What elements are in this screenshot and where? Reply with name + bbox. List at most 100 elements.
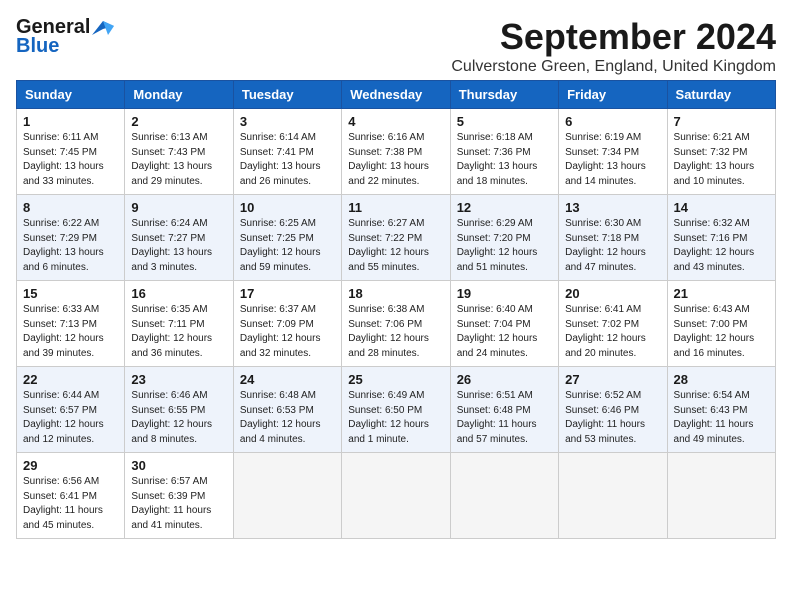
day-info: Sunrise: 6:41 AMSunset: 7:02 PMDaylight:… (565, 303, 660, 361)
col-header-thursday: Thursday (450, 81, 558, 109)
calendar-cell: 7 Sunrise: 6:21 AMSunset: 7:32 PMDaylight… (667, 109, 775, 195)
day-number: 21 (674, 286, 769, 301)
calendar-table: SundayMondayTuesdayWednesdayThursdayFrid… (16, 80, 776, 539)
day-number: 26 (457, 372, 552, 387)
calendar-cell: 16 Sunrise: 6:35 AMSunset: 7:11 PMDayligh… (125, 281, 233, 367)
day-info: Sunrise: 6:29 AMSunset: 7:20 PMDaylight:… (457, 217, 552, 275)
day-info: Sunrise: 6:21 AMSunset: 7:32 PMDaylight:… (674, 131, 769, 189)
calendar-cell: 12 Sunrise: 6:29 AMSunset: 7:20 PMDayligh… (450, 195, 558, 281)
day-number: 18 (348, 286, 443, 301)
day-info: Sunrise: 6:40 AMSunset: 7:04 PMDaylight:… (457, 303, 552, 361)
day-info: Sunrise: 6:35 AMSunset: 7:11 PMDaylight:… (131, 303, 226, 361)
calendar-cell: 23 Sunrise: 6:46 AMSunset: 6:55 PMDayligh… (125, 367, 233, 453)
day-number: 24 (240, 372, 335, 387)
calendar-cell: 30 Sunrise: 6:57 AMSunset: 6:39 PMDayligh… (125, 453, 233, 539)
calendar-cell: 21Sunrise: 6:43 AMSunset: 7:00 PMDayligh… (667, 281, 775, 367)
col-header-saturday: Saturday (667, 81, 775, 109)
day-number: 4 (348, 114, 443, 129)
calendar-cell: 3Sunrise: 6:14 AMSunset: 7:41 PMDaylight… (233, 109, 341, 195)
day-number: 10 (240, 200, 335, 215)
calendar-cell: 27 Sunrise: 6:52 AMSunset: 6:46 PMDayligh… (559, 367, 667, 453)
calendar-cell: 15Sunrise: 6:33 AMSunset: 7:13 PMDayligh… (17, 281, 125, 367)
col-header-tuesday: Tuesday (233, 81, 341, 109)
calendar-cell: 25Sunrise: 6:49 AMSunset: 6:50 PMDayligh… (342, 367, 450, 453)
day-info: Sunrise: 6:46 AMSunset: 6:55 PMDaylight:… (131, 389, 226, 447)
title-area: September 2024 Culverstone Green, Englan… (451, 16, 776, 76)
day-info: Sunrise: 6:14 AMSunset: 7:41 PMDaylight:… (240, 131, 335, 189)
day-number: 2 (131, 114, 226, 129)
calendar-cell: 19 Sunrise: 6:40 AMSunset: 7:04 PMDayligh… (450, 281, 558, 367)
day-info: Sunrise: 6:33 AMSunset: 7:13 PMDaylight:… (23, 303, 118, 361)
calendar-cell: 5 Sunrise: 6:18 AMSunset: 7:36 PMDaylight… (450, 109, 558, 195)
calendar-week-row: 29 Sunrise: 6:56 AMSunset: 6:41 PMDayligh… (17, 453, 776, 539)
day-number: 17 (240, 286, 335, 301)
day-number: 8 (23, 200, 118, 215)
day-number: 19 (457, 286, 552, 301)
calendar-cell: 20Sunrise: 6:41 AMSunset: 7:02 PMDayligh… (559, 281, 667, 367)
day-number: 5 (457, 114, 552, 129)
day-number: 28 (674, 372, 769, 387)
calendar-cell: 17 Sunrise: 6:37 AMSunset: 7:09 PMDayligh… (233, 281, 341, 367)
day-info: Sunrise: 6:19 AMSunset: 7:34 PMDaylight:… (565, 131, 660, 189)
day-info: Sunrise: 6:30 AMSunset: 7:18 PMDaylight:… (565, 217, 660, 275)
logo: General Blue (16, 16, 114, 58)
col-header-sunday: Sunday (17, 81, 125, 109)
calendar-cell: 29 Sunrise: 6:56 AMSunset: 6:41 PMDayligh… (17, 453, 125, 539)
day-info: Sunrise: 6:44 AMSunset: 6:57 PMDaylight:… (23, 389, 118, 447)
day-number: 22 (23, 372, 118, 387)
calendar-cell (450, 453, 558, 539)
calendar-cell: 14 Sunrise: 6:32 AMSunset: 7:16 PMDayligh… (667, 195, 775, 281)
calendar-cell: 4Sunrise: 6:16 AMSunset: 7:38 PMDaylight… (342, 109, 450, 195)
day-info: Sunrise: 6:24 AMSunset: 7:27 PMDaylight:… (131, 217, 226, 275)
calendar-cell: 9 Sunrise: 6:24 AMSunset: 7:27 PMDaylight… (125, 195, 233, 281)
day-number: 13 (565, 200, 660, 215)
calendar-cell: 11 Sunrise: 6:27 AMSunset: 7:22 PMDayligh… (342, 195, 450, 281)
day-info: Sunrise: 6:52 AMSunset: 6:46 PMDaylight:… (565, 389, 660, 447)
calendar-cell: 1 Sunrise: 6:11 AMSunset: 7:45 PMDaylight… (17, 109, 125, 195)
col-header-wednesday: Wednesday (342, 81, 450, 109)
calendar-cell (667, 453, 775, 539)
day-info: Sunrise: 6:13 AMSunset: 7:43 PMDaylight:… (131, 131, 226, 189)
location-title: Culverstone Green, England, United Kingd… (451, 58, 776, 76)
day-number: 12 (457, 200, 552, 215)
day-number: 25 (348, 372, 443, 387)
day-number: 6 (565, 114, 660, 129)
day-info: Sunrise: 6:56 AMSunset: 6:41 PMDaylight:… (23, 475, 118, 533)
day-info: Sunrise: 6:54 AMSunset: 6:43 PMDaylight:… (674, 389, 769, 447)
day-number: 7 (674, 114, 769, 129)
day-number: 30 (131, 458, 226, 473)
day-info: Sunrise: 6:57 AMSunset: 6:39 PMDaylight:… (131, 475, 226, 533)
header: General Blue September 2024 Culverstone … (16, 16, 776, 76)
day-number: 27 (565, 372, 660, 387)
day-number: 1 (23, 114, 118, 129)
day-number: 14 (674, 200, 769, 215)
day-info: Sunrise: 6:51 AMSunset: 6:48 PMDaylight:… (457, 389, 552, 447)
col-header-friday: Friday (559, 81, 667, 109)
calendar-week-row: 1 Sunrise: 6:11 AMSunset: 7:45 PMDaylight… (17, 109, 776, 195)
calendar-cell: 13 Sunrise: 6:30 AMSunset: 7:18 PMDayligh… (559, 195, 667, 281)
calendar-cell: 22 Sunrise: 6:44 AMSunset: 6:57 PMDayligh… (17, 367, 125, 453)
day-info: Sunrise: 6:11 AMSunset: 7:45 PMDaylight:… (23, 131, 118, 189)
col-header-monday: Monday (125, 81, 233, 109)
day-info: Sunrise: 6:32 AMSunset: 7:16 PMDaylight:… (674, 217, 769, 275)
calendar-cell: 26 Sunrise: 6:51 AMSunset: 6:48 PMDayligh… (450, 367, 558, 453)
calendar-cell: 8Sunrise: 6:22 AMSunset: 7:29 PMDaylight… (17, 195, 125, 281)
day-info: Sunrise: 6:37 AMSunset: 7:09 PMDaylight:… (240, 303, 335, 361)
calendar-cell (559, 453, 667, 539)
calendar-header-row: SundayMondayTuesdayWednesdayThursdayFrid… (17, 81, 776, 109)
day-info: Sunrise: 6:27 AMSunset: 7:22 PMDaylight:… (348, 217, 443, 275)
calendar-cell: 2 Sunrise: 6:13 AMSunset: 7:43 PMDaylight… (125, 109, 233, 195)
day-info: Sunrise: 6:38 AMSunset: 7:06 PMDaylight:… (348, 303, 443, 361)
day-number: 23 (131, 372, 226, 387)
calendar-cell: 6 Sunrise: 6:19 AMSunset: 7:34 PMDaylight… (559, 109, 667, 195)
calendar-cell (342, 453, 450, 539)
logo-bird-icon (92, 21, 114, 35)
calendar-week-row: 15Sunrise: 6:33 AMSunset: 7:13 PMDayligh… (17, 281, 776, 367)
day-info: Sunrise: 6:48 AMSunset: 6:53 PMDaylight:… (240, 389, 335, 447)
day-number: 16 (131, 286, 226, 301)
day-number: 9 (131, 200, 226, 215)
day-number: 29 (23, 458, 118, 473)
day-number: 11 (348, 200, 443, 215)
month-title: September 2024 (451, 16, 776, 58)
day-info: Sunrise: 6:18 AMSunset: 7:36 PMDaylight:… (457, 131, 552, 189)
